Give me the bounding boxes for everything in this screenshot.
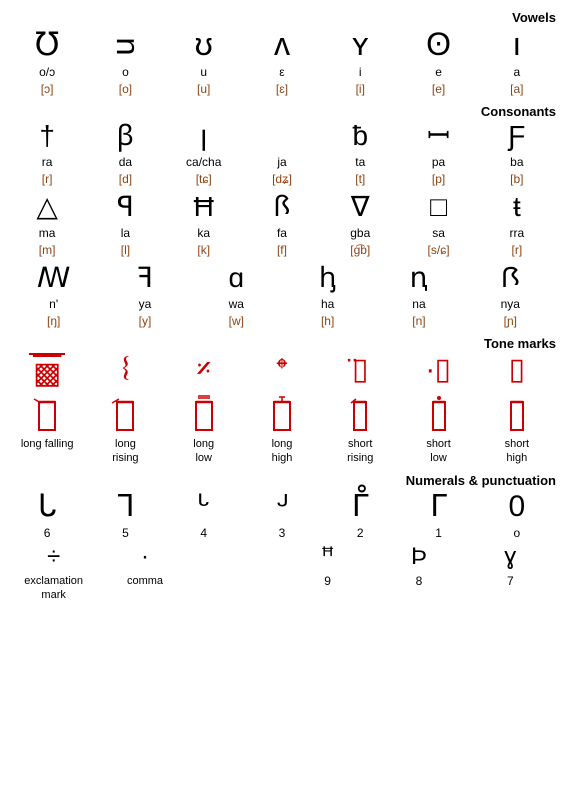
consonants-row1-labels: ra da ca/cha ja ta pa ba [8,154,556,169]
vowel-label-2: o [86,64,164,79]
vowel-cell-1: ℧ [8,27,86,62]
tone-marks-label: Tone marks [8,336,556,351]
page-container: Vowels ℧ ᴝ ʊ ʌ ʏ ʘ ı o/ɔ o u [8,10,556,602]
tone-cell-5: ̈▯ [323,353,398,386]
consonants-row1-ipa: [r] [d] [tɕ] [dʑ] [t] [p] [b] [8,171,556,186]
cons-r1c6: ꟷ [400,121,478,152]
cons-r1c2: ꞵ [86,121,164,152]
vowel-char-3: ʊ [195,27,213,62]
numerals-row1-labels: 6 5 4 3 2 1 o [8,525,556,540]
vowel-ipa-1: [ɔ] [8,81,86,96]
vowel-label-3: u [165,64,243,79]
vowel-label-6: e [400,64,478,79]
tone-mark-1 [33,394,61,434]
vowel-label-4: ε [243,64,321,79]
vowel-cell-2: ᴝ [86,27,164,62]
cons-r1c1: † [8,121,86,152]
vowel-char-4: ʌ [274,27,290,62]
tone-mark-7 [507,394,527,434]
vowel-label-1: o/ɔ [8,64,86,79]
vowel-char-7: ı [512,27,521,62]
tone-cell-7: ▯ [479,353,554,386]
tone-cell-1: ▩ [10,353,85,392]
vowel-ipa-5: [i] [321,81,399,96]
cons-r1c4: ꟔ [243,121,321,152]
vowel-ipa-7: [a] [478,81,556,96]
vowel-char-5: ʏ [352,27,369,62]
tone-mark-2 [111,394,139,434]
cons-r1c7: Ƒ [478,121,556,152]
vowels-label-row: o/ɔ o u ε i e a [8,64,556,79]
vowel-cell-3: ʊ [165,27,243,62]
vowel-cell-6: ʘ [400,27,478,62]
cons-r1c3: ꞁ [165,121,243,152]
vowel-ipa-2: [o] [86,81,164,96]
tone-labels-row: long falling longrising longlow longhigh… [8,436,556,466]
tone-chars-row: ▩ 𝄔 𝄎 𝄌 ̈▯ ∙▯ ▯ [8,353,556,392]
consonants-row2-labels: ma la ka fa gba sa rra [8,225,556,240]
vowel-label-5: i [321,64,399,79]
tone-cell-3: 𝄎 [166,353,241,386]
consonants-row3-labels: n' ya wa ha na nya [8,296,556,311]
consonants-row3-ipa: [ŋ] [y] [w] [h] [n] [ɲ] [8,313,556,328]
consonants-row1-chars: † ꞵ ꞁ ꟔ ƀ ꟷ Ƒ [8,121,556,152]
vowel-ipa-4: [ɛ] [243,81,321,96]
vowels-label: Vowels [8,10,556,25]
cons-r1c5: ƀ [321,121,399,152]
numerals-row2: ÷ · ꟸ Ϸ ɣ [8,544,556,570]
numerals-label: Numerals & punctuation [8,473,556,488]
vowel-char-6: ʘ [426,27,451,62]
tone-cell-4: 𝄌 [244,353,319,386]
vowel-cell-4: ʌ [243,27,321,62]
tone-mark-3 [190,394,218,434]
consonants-label: Consonants [8,104,556,119]
vowel-char-1: ℧ [35,27,59,62]
vowel-ipa-6: [e] [400,81,478,96]
tone-cell-2: 𝄔 [88,353,163,386]
consonants-row2-chars: △ ꟼ Ħ ꟗ ∇ □ ŧ [8,192,556,223]
numerals-row1-chars: ᒐ ᒣ ᒡ ᒢ ᒤ ᒥ 0 [8,490,556,523]
tone-mark-5 [350,394,370,434]
vowels-ipa-row: [ɔ] [o] [u] [ɛ] [i] [e] [a] [8,81,556,96]
vowel-char-2: ᴝ [116,27,135,62]
vowel-ipa-3: [u] [165,81,243,96]
consonants-row2-ipa: [m] [l] [k] [f] [g͡b] [s/ɕ] [r] [8,242,556,257]
tone-mark-6 [429,394,449,434]
tone-cell-6: ∙▯ [401,353,476,386]
vowel-label-7: a [478,64,556,79]
vowels-chars-row: ℧ ᴝ ʊ ʌ ʏ ʘ ı [8,27,556,62]
tone-mark-4 [268,394,296,434]
vowel-cell-7: ı [478,27,556,62]
vowel-cell-5: ʏ [321,27,399,62]
numerals-row2-labels: exclamationmark comma 9 8 7 [8,573,556,603]
consonants-row3-chars: ꟿ ꟻ ɑ ꞕ ꞑ Ꟗ [8,263,556,294]
